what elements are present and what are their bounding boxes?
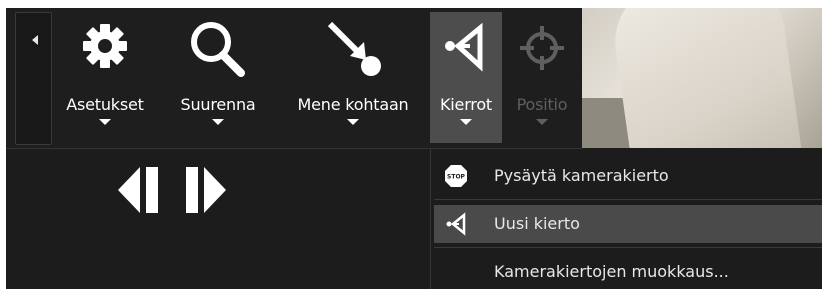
chevron-down-icon	[347, 119, 359, 125]
settings-tool-label: Asetukset	[66, 95, 144, 114]
collapse-toolbar-button[interactable]	[15, 12, 52, 145]
camera-view-panel: Asetukset Suurenna Mene kohtaan Kierrot …	[6, 8, 822, 289]
tours-dropdown-menu: STOP Pysäytä kamerakierto Uusi kierto Ka…	[434, 149, 822, 289]
chevron-down-icon	[536, 119, 548, 125]
svg-text:STOP: STOP	[447, 174, 466, 181]
stop-sign-icon: STOP	[444, 164, 468, 188]
menu-item-label: Uusi kierto	[494, 214, 580, 233]
menu-item-label: Kamerakiertojen muokkaus...	[494, 262, 729, 281]
step-forward-icon	[186, 167, 226, 213]
playback-controls	[6, 149, 430, 289]
tour-icon	[444, 212, 468, 236]
tours-tool-button[interactable]: Kierrot	[430, 12, 502, 143]
goto-tool-button[interactable]: Mene kohtaan	[278, 12, 428, 143]
position-tool-button[interactable]: Positio	[506, 12, 578, 143]
menu-item-label: Pysäytä kamerakierto	[494, 166, 669, 185]
crosshair-icon	[506, 18, 578, 78]
panel-divider	[430, 149, 431, 289]
menu-divider	[434, 199, 822, 200]
menu-item-edit-tours[interactable]: Kamerakiertojen muokkaus...	[434, 253, 822, 289]
menu-item-stop-tour[interactable]: STOP Pysäytä kamerakierto	[434, 157, 822, 195]
step-back-icon	[118, 167, 158, 213]
magnifier-icon	[166, 18, 270, 78]
zoom-tool-button[interactable]: Suurenna	[166, 12, 270, 143]
step-forward-button[interactable]	[182, 165, 228, 219]
menu-item-new-tour[interactable]: Uusi kierto	[434, 205, 822, 243]
triangle-left-icon	[32, 35, 38, 45]
tours-tool-label: Kierrot	[440, 95, 492, 114]
goto-tool-label: Mene kohtaan	[297, 95, 409, 114]
goto-arrow-icon	[278, 18, 428, 78]
chevron-down-icon	[460, 119, 472, 125]
menu-divider	[434, 247, 822, 248]
chevron-down-icon	[212, 119, 224, 125]
tour-icon	[430, 18, 502, 78]
zoom-tool-label: Suurenna	[180, 95, 256, 114]
gear-icon	[56, 18, 154, 78]
position-tool-label: Positio	[516, 95, 568, 114]
chevron-down-icon	[99, 119, 111, 125]
step-back-button[interactable]	[116, 165, 162, 219]
settings-tool-button[interactable]: Asetukset	[56, 12, 154, 143]
camera-toolbar: Asetukset Suurenna Mene kohtaan Kierrot …	[6, 8, 582, 148]
camera-video-feed	[582, 8, 822, 148]
